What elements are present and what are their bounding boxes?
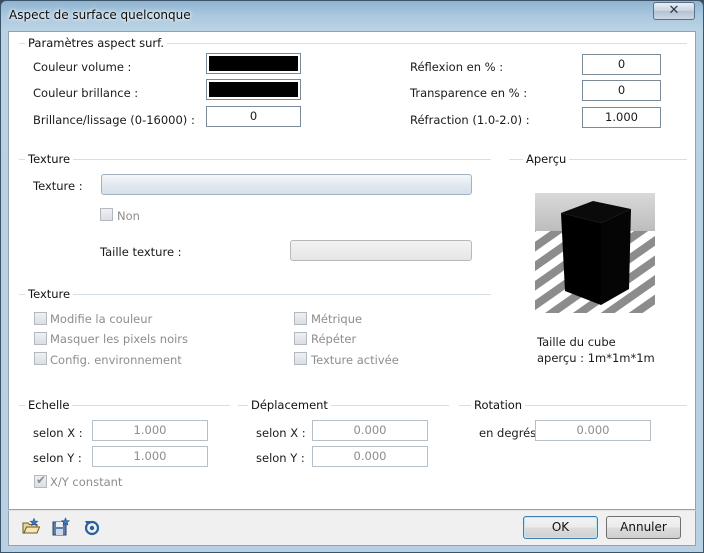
environment-config-label: Config. environnement (50, 353, 182, 367)
offset-y-label: selon Y : (256, 451, 305, 465)
repeat-label: Répéter (311, 332, 357, 346)
cancel-button[interactable]: Annuler (606, 516, 681, 539)
smoothness-label: Brillance/lissage (0-16000) : (33, 113, 195, 127)
group-divider (19, 294, 491, 295)
offset-group-title: Déplacement (248, 398, 331, 412)
open-favorite-icon[interactable] (21, 517, 41, 537)
mask-black-pixels-label: Masquer les pixels noirs (50, 332, 189, 346)
scale-group-title: Echelle (25, 398, 73, 412)
texture-size-label: Taille texture : (100, 245, 182, 259)
scale-x-label: selon X : (33, 426, 83, 440)
scale-y-input[interactable]: 1.000 (92, 446, 208, 467)
preview-caption-line1: Taille du cube (537, 335, 616, 349)
surface-group-title: Paramètres aspect surf. (25, 36, 168, 50)
texture-enabled-checkbox[interactable] (294, 352, 307, 365)
reset-icon[interactable] (82, 517, 102, 537)
volume-color-swatch[interactable] (206, 53, 301, 74)
transparency-input[interactable]: 0 (582, 80, 661, 101)
rotation-group-title: Rotation (471, 398, 526, 412)
close-icon: ✕ (668, 3, 680, 18)
transparency-label: Transparence en % : (410, 86, 528, 100)
environment-config-checkbox[interactable] (34, 352, 47, 365)
window-title: Aspect de surface quelconque (9, 8, 191, 22)
offset-y-input[interactable]: 0.000 (312, 446, 428, 467)
texture-select-button[interactable] (101, 174, 472, 195)
smoothness-input[interactable]: 0 (206, 106, 301, 127)
scale-y-label: selon Y : (33, 451, 82, 465)
preview-group-title: Aperçu (523, 152, 570, 166)
texture-none-label: Non (117, 209, 140, 223)
shine-color-swatch[interactable] (206, 79, 301, 100)
scale-x-input[interactable]: 1.000 (92, 420, 208, 441)
group-divider (19, 159, 491, 160)
metric-label: Métrique (311, 312, 363, 326)
texture-none-checkbox[interactable] (100, 208, 113, 221)
preview-image (535, 193, 655, 313)
offset-x-label: selon X : (256, 426, 306, 440)
xy-constant-checkbox[interactable] (34, 473, 47, 488)
repeat-checkbox[interactable] (294, 332, 307, 345)
texture-enabled-label: Texture activée (311, 353, 399, 367)
shine-color-label: Couleur brillance : (33, 86, 139, 100)
texture-group-title: Texture (25, 152, 74, 166)
reflection-input[interactable]: 0 (582, 54, 661, 75)
metric-checkbox[interactable] (294, 312, 307, 325)
ok-button[interactable]: OK (523, 516, 598, 539)
close-button[interactable]: ✕ (653, 2, 695, 20)
offset-x-input[interactable]: 0.000 (312, 420, 428, 441)
reflection-label: Réflexion en % : (410, 60, 504, 74)
modify-color-label: Modifie la couleur (50, 312, 153, 326)
title-bar[interactable]: Aspect de surface quelconque ✕ (1, 1, 703, 31)
volume-color-label: Couleur volume : (33, 60, 132, 74)
texture-size-button[interactable] (290, 240, 472, 261)
cube-preview-graphic (535, 193, 655, 313)
modify-color-checkbox[interactable] (34, 312, 47, 325)
preview-caption-line2: aperçu : 1m*1m*1m (537, 351, 655, 365)
refraction-label: Réfraction (1.0-2.0) : (410, 113, 530, 127)
texture-label: Texture : (33, 179, 83, 193)
rotation-input[interactable]: 0.000 (535, 420, 651, 441)
mask-black-pixels-checkbox[interactable] (34, 332, 47, 345)
refraction-input[interactable]: 1.000 (582, 107, 661, 128)
xy-constant-label: X/Y constant (50, 475, 123, 489)
rotation-label: en degrés (479, 426, 537, 440)
save-favorite-icon[interactable] (51, 517, 71, 537)
texture-options-group-title: Texture (25, 287, 74, 301)
